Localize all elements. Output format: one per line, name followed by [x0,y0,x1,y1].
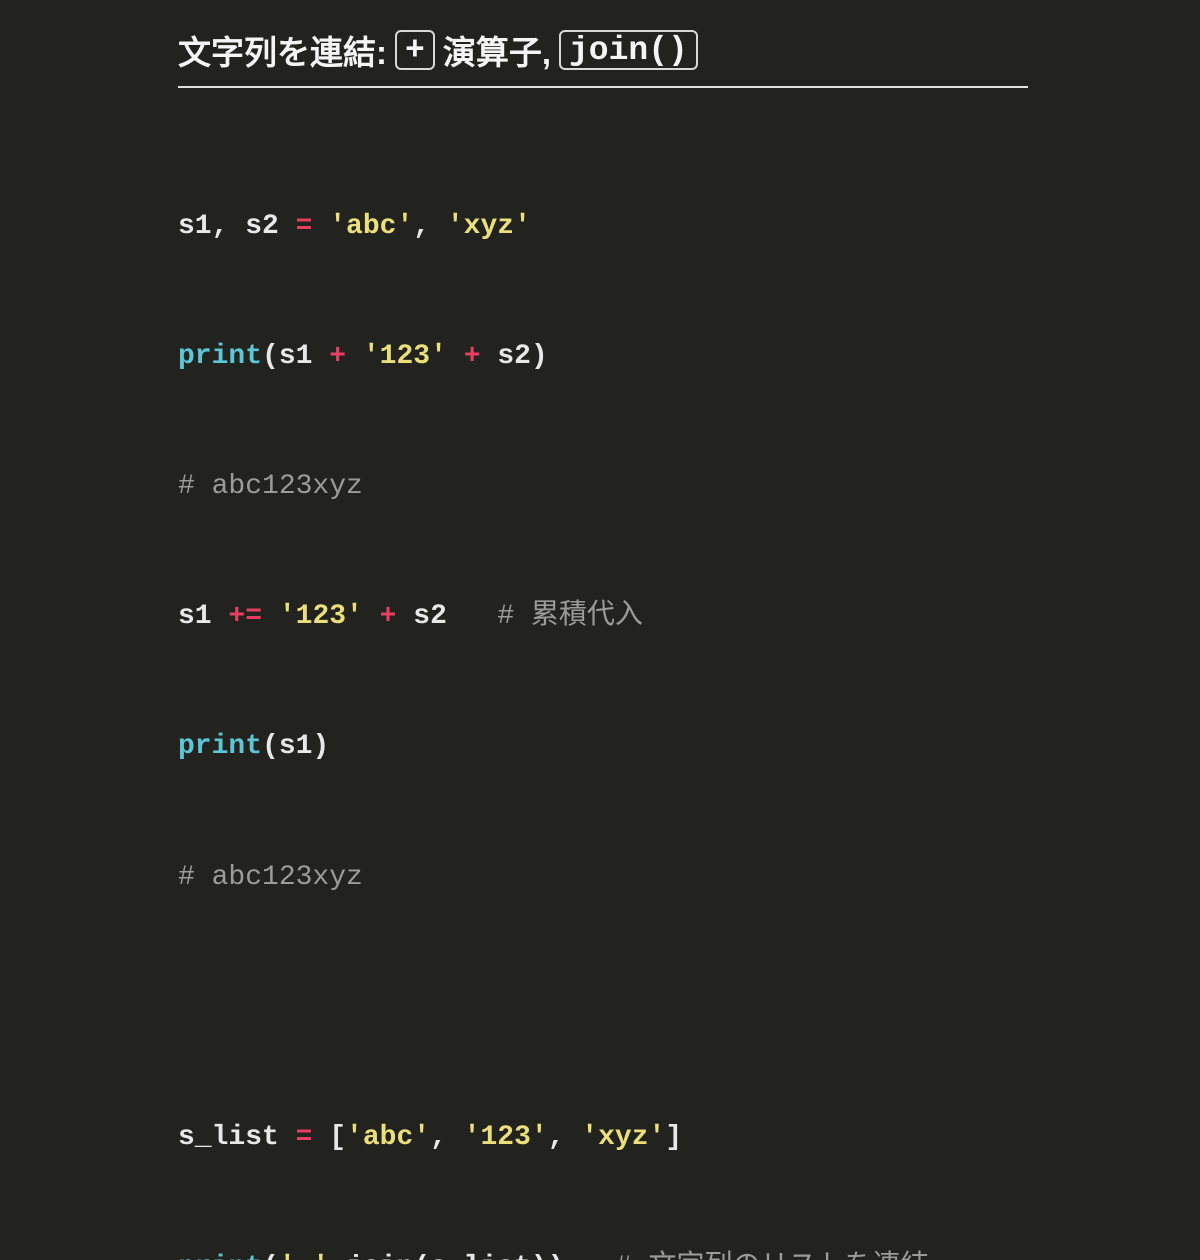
code-line: # abc123xyz [178,465,1200,508]
code-line: print(s1) [178,725,1200,768]
code-line: s1, s2 = 'abc', 'xyz' [178,205,1200,248]
code-line: s1 += '123' + s2 # 累積代入 [178,595,1200,638]
title-key-plus: + [395,30,435,70]
title-prefix: 文字列を連結: [178,26,387,74]
title-key-join: join() [559,30,698,70]
title-mid1: 演算子, [443,26,551,74]
code-block: s1, s2 = 'abc', 'xyz' print(s1 + '123' +… [178,118,1200,1260]
code-line: print(s1 + '123' + s2) [178,335,1200,378]
code-line: # abc123xyz [178,856,1200,899]
code-line: print('-'.join(s_list)) # 文字列のリストを連結 [178,1246,1200,1260]
code-blank-line [178,986,1200,1029]
page-title: 文字列を連結: + 演算子, join() [178,26,1028,88]
code-line: s_list = ['abc', '123', 'xyz'] [178,1116,1200,1159]
